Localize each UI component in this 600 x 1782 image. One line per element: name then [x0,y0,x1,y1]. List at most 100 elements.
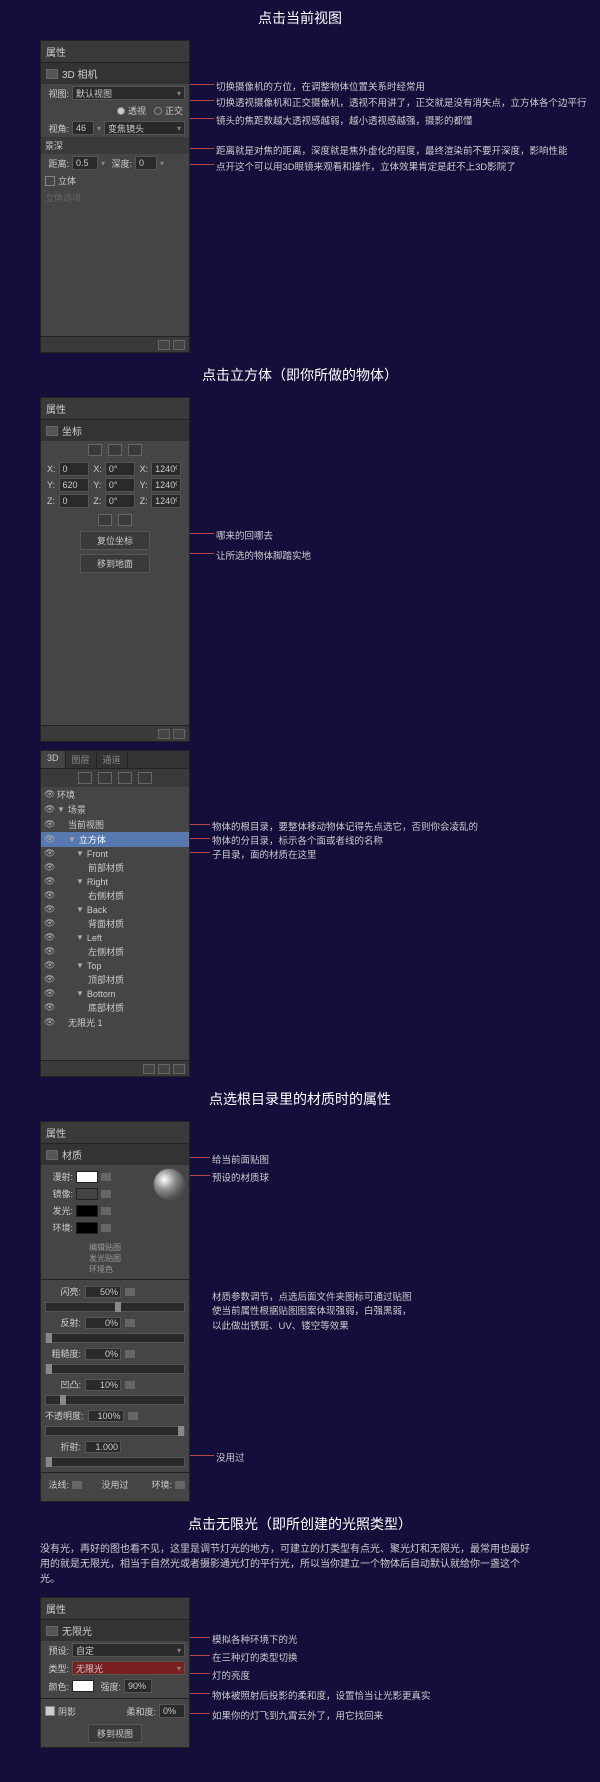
tab-layers[interactable]: 图层 [66,751,97,768]
refl-value[interactable]: 0% [85,1317,121,1329]
folder-icon[interactable] [125,1288,135,1296]
tree-back[interactable]: 👁▼Back [41,903,189,916]
chevron-down-icon: ▾ [177,89,181,98]
bump-slider[interactable] [45,1395,185,1405]
depth-input[interactable] [135,156,157,170]
stereo-options: 立体选项 [45,191,81,204]
fov-input[interactable] [72,121,94,135]
rot-y-input[interactable] [105,478,135,492]
folder-icon[interactable] [101,1224,111,1232]
rough-label: 粗糙度: [45,1347,81,1360]
tree-right[interactable]: 👁▼Right [41,875,189,888]
footer-icon[interactable] [158,340,170,350]
folder-icon[interactable] [101,1207,111,1215]
tree-front[interactable]: 👁▼Front [41,847,189,860]
footer-icon[interactable] [158,729,170,739]
tree-top-m[interactable]: 👁顶部材质 [41,972,189,987]
fov-label: 视角: [45,122,69,135]
intensity-input[interactable] [124,1679,152,1693]
reset-coords-button[interactable]: 复位坐标 [80,531,150,550]
bump-value[interactable]: 10% [85,1379,121,1391]
pos-y-input[interactable] [59,478,89,492]
lens-dropdown[interactable]: 变焦镜头▾ [104,121,185,135]
filter-icon-3[interactable] [118,772,132,784]
tree-left[interactable]: 👁▼Left [41,931,189,944]
refr-slider[interactable] [45,1457,185,1467]
opac-value[interactable]: 100% [88,1410,124,1422]
filter-icon-2[interactable] [98,772,112,784]
color-swatch[interactable] [72,1680,94,1692]
tree-light[interactable]: 👁无限光 1 [41,1015,189,1030]
footer-icon[interactable] [158,1064,170,1074]
material-icon [46,1150,58,1160]
tree-view[interactable]: 👁当前视图 [41,817,189,832]
softness-input[interactable] [159,1704,185,1718]
panel-sub: 3D 相机 [41,63,189,84]
diffuse-swatch[interactable] [76,1171,98,1183]
rot-z-input[interactable] [105,494,135,508]
folder-icon[interactable] [125,1381,135,1389]
ortho-radio[interactable]: 正交 [154,104,183,117]
scl-x-input[interactable] [151,462,181,476]
tree-scene[interactable]: 👁▼场景 [41,802,189,817]
pos-z-input[interactable] [59,494,89,508]
coords-icon [46,426,58,436]
dist-input[interactable] [72,156,98,170]
tree-right-m[interactable]: 👁右侧材质 [41,888,189,903]
rot-x-input[interactable] [105,462,135,476]
folder-icon[interactable] [101,1173,111,1181]
folder-icon[interactable] [125,1319,135,1327]
folder-icon[interactable] [125,1350,135,1358]
tab-channels[interactable]: 通道 [97,751,128,768]
shadow-checkbox[interactable] [45,1706,55,1716]
new-icon[interactable] [143,1064,155,1074]
refr-value[interactable]: 1.000 [85,1441,121,1453]
opac-slider[interactable] [45,1426,185,1436]
shine-slider[interactable] [45,1302,185,1312]
opac-label: 不透明度: [45,1409,84,1422]
stereo-checkbox[interactable] [45,176,55,186]
tree-left-m[interactable]: 👁左侧材质 [41,944,189,959]
folder-icon[interactable] [175,1481,185,1489]
swap-icon[interactable] [98,514,112,526]
tree-env[interactable]: 👁环境 [41,787,189,802]
move-to-view-button[interactable]: 移到视图 [88,1724,142,1743]
preset-dropdown[interactable]: 自定▾ [72,1643,185,1657]
env-label: 环境: [49,1221,73,1234]
trash-icon[interactable] [173,729,185,739]
specular-swatch[interactable] [76,1188,98,1200]
perspective-radio[interactable]: 透视 [117,104,146,117]
reset-icon[interactable] [118,514,132,526]
tree-bottom-m[interactable]: 👁底部材质 [41,1000,189,1015]
rough-slider[interactable] [45,1364,185,1374]
filter-icon-1[interactable] [78,772,92,784]
tree-top[interactable]: 👁▼Top [41,959,189,972]
type-dropdown[interactable]: 无限光▾ [72,1661,185,1675]
folder-icon[interactable] [72,1481,82,1489]
scale-icon[interactable] [128,444,142,456]
pos-x-input[interactable] [59,462,89,476]
shine-value[interactable]: 50% [85,1286,121,1298]
tab-3d[interactable]: 3D [41,751,66,768]
view-dropdown[interactable]: 默认视图▾ [72,86,185,100]
scl-y-input[interactable] [151,478,181,492]
tree-front-m[interactable]: 👁前部材质 [41,860,189,875]
filter-icon-4[interactable] [138,772,152,784]
trash-icon[interactable] [173,1064,185,1074]
tree-bottom[interactable]: 👁▼Bottom [41,987,189,1000]
move-to-ground-button[interactable]: 移到地面 [80,554,150,573]
move-icon[interactable] [88,444,102,456]
trash-icon[interactable] [173,340,185,350]
folder-icon[interactable] [128,1412,138,1420]
rotate-icon[interactable] [108,444,122,456]
refl-slider[interactable] [45,1333,185,1343]
annot-2b: 让所选的物体脚踏实地 [216,548,311,562]
tree-cube[interactable]: 👁▼立方体 [41,832,189,847]
rough-value[interactable]: 0% [85,1348,121,1360]
tree-back-m[interactable]: 👁背面材质 [41,916,189,931]
glow-swatch[interactable] [76,1205,98,1217]
material-preview-sphere[interactable] [153,1168,185,1200]
scl-z-input[interactable] [151,494,181,508]
folder-icon[interactable] [101,1190,111,1198]
env-swatch[interactable] [76,1222,98,1234]
